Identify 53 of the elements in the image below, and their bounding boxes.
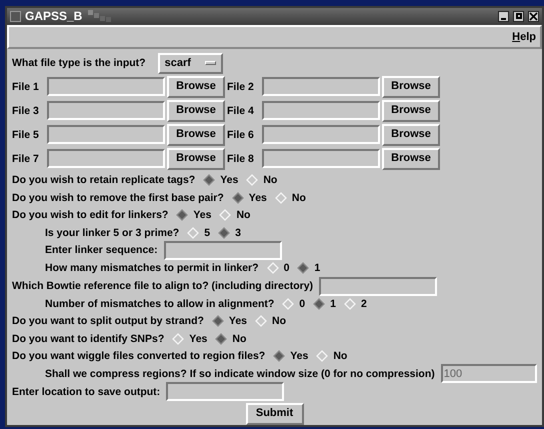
option-label[interactable]: 0 — [299, 298, 306, 310]
option-label[interactable]: No — [232, 334, 246, 344]
browse-button[interactable]: Browse — [167, 148, 225, 170]
option-label[interactable]: 5 — [204, 228, 210, 238]
option-label[interactable]: No — [236, 210, 250, 221]
question-label: Do you want to split output by strand? — [12, 316, 204, 327]
question-label: Do you wish to remove the first base pair? — [12, 192, 224, 204]
question-label: What file type is the input? — [12, 58, 146, 68]
file-label: File 6 — [227, 130, 255, 140]
option-label[interactable]: Yes — [228, 316, 248, 327]
submit-button[interactable]: Submit — [246, 402, 304, 425]
file-label: File 7 — [12, 154, 40, 164]
option-label[interactable]: No — [292, 192, 306, 204]
file-type-dropdown[interactable]: scarf — [158, 52, 223, 74]
window-title: GAPSS_B — [25, 10, 82, 22]
question-label: Number of mismatches to allow in alignment? — [45, 298, 274, 310]
question-label: Do you want to identify SNPs? — [12, 334, 164, 344]
question-label: Is your linker 5 or 3 prime? — [45, 228, 180, 238]
option-label[interactable]: 1 — [330, 298, 336, 310]
option-label[interactable]: No — [263, 175, 278, 186]
question-label: Which Bowtie reference file to align to? (including directory) — [12, 280, 314, 292]
file-label: File 5 — [12, 130, 40, 140]
question-label: Do you wish to edit for linkers? — [12, 210, 168, 221]
option-label[interactable]: 3 — [235, 228, 241, 238]
option-label[interactable]: No — [272, 316, 286, 327]
help-menu[interactable]: Help — [512, 28, 536, 46]
question-label: Enter linker sequence: — [45, 245, 158, 256]
option-label[interactable]: Yes — [189, 334, 208, 344]
option-label[interactable]: Yes — [193, 210, 212, 221]
question-label: Do you want wiggle files converted to region files? — [12, 350, 266, 362]
option-label[interactable]: No — [333, 350, 348, 362]
question-label: Shall we compress regions? If so indicate window size (0 for no compression) — [45, 368, 435, 380]
file-label: File 8 — [227, 154, 255, 164]
question-label: How many mismatches to permit in linker? — [45, 263, 259, 274]
browse-button[interactable]: Browse — [167, 124, 225, 146]
file-label: File 2 — [227, 82, 255, 92]
browse-button[interactable]: Browse — [382, 124, 440, 146]
option-label[interactable]: 2 — [360, 298, 367, 310]
file-label: File 3 — [12, 106, 40, 116]
option-label[interactable]: Yes — [220, 175, 238, 186]
option-label[interactable]: Yes — [248, 192, 267, 204]
browse-button[interactable]: Browse — [382, 76, 440, 98]
question-label: Do you wish to retain replicate tags? — [12, 175, 196, 186]
option-label[interactable]: 1 — [314, 263, 320, 274]
browse-button[interactable]: Browse — [382, 148, 440, 170]
browse-button[interactable]: Browse — [167, 76, 225, 98]
file-label: File 4 — [227, 106, 255, 116]
file-label: File 1 — [12, 82, 40, 92]
question-label: Enter location to save output: — [12, 386, 160, 398]
option-label[interactable]: Yes — [290, 350, 308, 362]
browse-button[interactable]: Browse — [382, 100, 440, 122]
browse-button[interactable]: Browse — [167, 100, 225, 122]
option-label[interactable]: 0 — [284, 263, 290, 274]
